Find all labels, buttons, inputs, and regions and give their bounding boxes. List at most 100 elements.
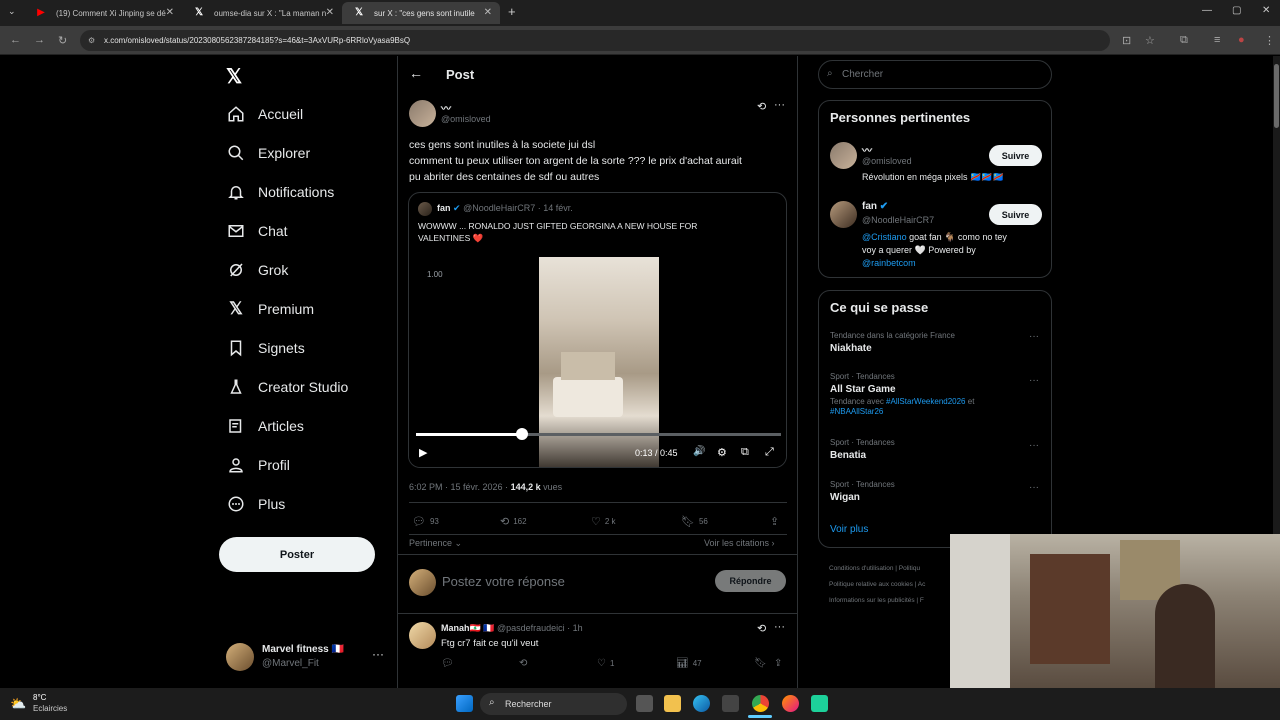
hashtag-link[interactable]: #AllStarWeekend2026 [886,397,965,406]
avatar[interactable] [830,142,857,169]
close-icon[interactable]: ✕ [166,7,174,18]
nav-more[interactable]: Plus [226,489,285,519]
menu-icon[interactable]: ⋮ [1264,34,1275,47]
picture-in-picture-icon[interactable]: ⧉ [741,446,749,459]
footer-link[interactable]: Conditions d'utilisation | Politiqu [829,561,925,577]
media-icon[interactable]: ≡ [1214,34,1220,46]
reply-button[interactable]: 💬︎ 93 [412,515,439,528]
nav-chat[interactable]: Chat [226,216,288,246]
volume-icon[interactable]: 🔊 [693,446,705,457]
like-button[interactable]: ♡ 2 k [591,515,616,528]
tab-youtube[interactable]: ▶ (19) Comment Xi Jinping se dé ✕ [24,2,182,24]
sort-dropdown[interactable]: Pertinence ⌄ [409,538,462,549]
footer-link[interactable]: Informations sur les publicités | F [829,593,925,609]
extensions-icon[interactable]: ⧉ [1180,34,1188,47]
avatar[interactable] [409,622,436,649]
person-name[interactable]: 〰 [862,142,872,157]
maximize-icon[interactable]: ▢ [1232,5,1241,16]
video-progress-track[interactable] [416,428,781,440]
windows-start-icon[interactable] [456,695,473,712]
video-progress-handle[interactable] [515,428,528,440]
hashtag-link[interactable]: #NBAAllStar26 [830,407,883,416]
like-button[interactable]: ♡ 1 [597,658,614,669]
more-dots-icon[interactable]: ··· [1029,375,1039,386]
nav-profile[interactable]: Profil [226,450,290,480]
install-icon[interactable]: ⊡ [1122,34,1131,47]
scrollbar-thumb[interactable] [1274,64,1279,128]
views-button[interactable]: 📊︎ 47 [676,658,702,669]
close-icon[interactable]: ✕ [326,7,334,18]
back-arrow-icon[interactable]: ← [409,65,423,81]
share-button[interactable]: ⇪ [774,658,782,669]
view-quotes-link[interactable]: Voir les citations › [704,538,775,548]
minimize-icon[interactable]: — [1202,5,1212,16]
app-icon[interactable] [811,695,828,712]
avatar[interactable] [409,100,436,127]
post-button[interactable]: Poster [219,537,375,572]
nav-notifications[interactable]: Notifications [226,177,334,207]
author-handle[interactable]: @omisloved [441,114,491,124]
more-dots-icon[interactable]: ··· [1029,331,1039,342]
show-more-link[interactable]: Voir plus [830,524,868,535]
more-dots-icon[interactable]: ··· [372,647,384,661]
trend-item[interactable]: Sport · Tendances Benatia [830,438,1042,461]
reply-handle[interactable]: @pasdefraudeici [497,623,565,633]
chrome-icon[interactable] [752,695,769,712]
profile-icon[interactable]: ● [1238,34,1245,46]
play-icon[interactable]: ▶ [419,446,427,459]
grok-icon[interactable]: ⟲ [757,622,766,635]
nav-articles[interactable]: Articles [226,411,304,441]
edge-icon[interactable] [693,695,710,712]
bookmark-button[interactable]: 🔖︎ 56 [681,515,708,528]
search-input[interactable]: ⌕ Chercher [818,60,1052,89]
tab-list-chevron-icon[interactable]: ⌄ [8,6,16,17]
reply-author[interactable]: Manah🇱🇧 🇫🇷 [441,623,494,633]
tab-x-active[interactable]: 𝕏 sur X : "ces gens sont inutile ✕ [342,2,500,24]
bio-mention-link[interactable]: @Cristiano [862,232,907,242]
avatar[interactable] [830,201,857,228]
more-dots-icon[interactable]: ··· [1029,482,1039,493]
new-tab-icon[interactable]: + [508,4,516,19]
nav-home[interactable]: Accueil [226,99,303,129]
share-button[interactable]: ⇪ [770,515,779,528]
footer-link[interactable]: Politique relative aux cookies | Ac [829,577,925,593]
weather-widget[interactable]: ⛅ 8°C Eclaircies [10,692,90,716]
video-player[interactable]: 1.00 ▶ 0:13 / 0:45 🔊 ⚙ ⧉ ⤢ [409,257,786,467]
x-logo-icon[interactable]: 𝕏 [226,64,242,89]
account-switcher[interactable]: Marvel fitness 🇫🇷 @Marvel_Fit ··· [226,641,386,675]
trend-item[interactable]: Sport · Tendances Wigan [830,480,1042,503]
reply-submit-button[interactable]: Répondre [715,570,786,592]
firefox-icon[interactable] [782,695,799,712]
follow-button[interactable]: Suivre [989,145,1042,166]
reply-button[interactable]: 💬︎ [441,658,454,669]
repost-button[interactable]: ⟲ 162 [500,515,527,528]
reload-icon[interactable]: ↻ [58,34,67,47]
bookmark-button[interactable]: 🔖︎ [754,658,767,669]
author-name[interactable]: 〰 [441,100,451,115]
url-field[interactable]: ⚙ x.com/omisloved/status/202308056238728… [80,30,1110,51]
bookmark-star-icon[interactable]: ☆ [1145,34,1155,47]
bio-mention-link[interactable]: @rainbetcom [862,257,1042,270]
file-explorer-icon[interactable] [664,695,681,712]
trend-item[interactable]: Tendance dans la catégorie France Niakha… [830,331,1042,354]
trend-item[interactable]: Sport · Tendances All Star Game Tendance… [830,372,1042,417]
tab-x-2[interactable]: 𝕏 oumse-dia sur X : "La maman n ✕ [182,2,342,24]
more-dots-icon[interactable]: ··· [774,99,785,111]
close-window-icon[interactable]: ✕ [1262,5,1270,16]
person-name[interactable]: fan ✔ [862,201,888,212]
repost-button[interactable]: ⟲ [519,658,527,669]
more-dots-icon[interactable]: ··· [774,621,785,633]
store-icon[interactable] [722,695,739,712]
close-icon[interactable]: ✕ [484,7,492,18]
task-view-icon[interactable] [636,695,653,712]
settings-gear-icon[interactable]: ⚙ [717,446,727,459]
reply-input[interactable]: Postez votre réponse [442,574,565,589]
nav-bookmarks[interactable]: Signets [226,333,305,363]
site-info-icon[interactable]: ⚙ [88,30,95,51]
more-dots-icon[interactable]: ··· [1029,440,1039,451]
nav-creator-studio[interactable]: Creator Studio [226,372,348,402]
nav-explore[interactable]: Explorer [226,138,310,168]
follow-button[interactable]: Suivre [989,204,1042,225]
nav-premium[interactable]: 𝕏 Premium [226,294,314,324]
forward-icon[interactable]: → [34,34,45,46]
